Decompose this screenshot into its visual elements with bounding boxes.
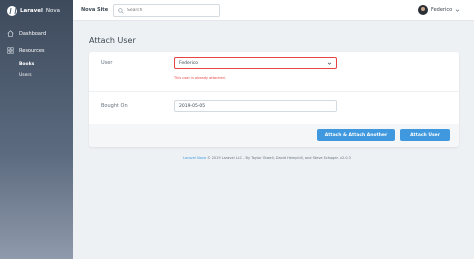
version-text: v2.0.3 [339,156,351,160]
copyright-text: © 2019 Laravel LLC - By Taylor Otwell, D… [207,156,339,160]
search-icon [118,7,124,14]
attach-user-button[interactable]: Attach User [400,129,450,141]
user-menu[interactable]: Federico [418,5,460,15]
home-icon [7,30,14,37]
attach-and-attach-another-button[interactable]: Attach & Attach Another [317,129,395,141]
grid-icon [7,47,14,54]
search-input[interactable] [127,8,217,13]
sidebar-item-books[interactable]: Books [19,62,34,67]
user-error-message: This user is already attached. [174,76,226,80]
user-name: Federico [431,7,453,13]
bought-on-label: Bought On [101,103,128,109]
user-label: User [101,60,113,66]
bought-on-field[interactable]: 2019-05-05 [174,100,337,112]
form-actions: Attach & Attach Another Attach User [89,124,459,147]
top-header: Nova Site Federico [73,0,474,21]
brand-logo[interactable]: Laravel Nova [7,6,60,16]
brand-suffix: Nova [45,8,60,14]
divider [89,91,459,92]
sidebar-item-dashboard[interactable]: Dashboard [7,30,46,37]
nova-logo-icon [7,6,17,16]
chevron-down-icon [327,62,332,65]
brand-name: Laravel [20,8,43,14]
bought-on-value: 2019-05-05 [179,103,206,109]
site-name[interactable]: Nova Site [81,7,108,13]
user-select[interactable]: Federico [174,57,337,69]
nova-link[interactable]: Laravel Nova [183,156,206,160]
sidebar-item-users[interactable]: Users [19,73,32,78]
avatar [418,5,428,15]
sidebar-item-label: Resources [19,47,45,54]
chevron-down-icon [455,9,460,12]
sidebar-item-label: Dashboard [19,30,47,37]
global-search[interactable] [113,4,220,17]
page-title: Attach User [89,36,136,45]
sidebar: Laravel Nova Dashboard Resources Books U… [0,0,73,259]
user-select-value: Federico [179,60,199,66]
sidebar-item-resources[interactable]: Resources [7,47,45,54]
attach-form-card: User Federico This user is already attac… [89,52,459,147]
page-footer: Laravel Nova © 2019 Laravel LLC - By Tay… [183,156,351,160]
